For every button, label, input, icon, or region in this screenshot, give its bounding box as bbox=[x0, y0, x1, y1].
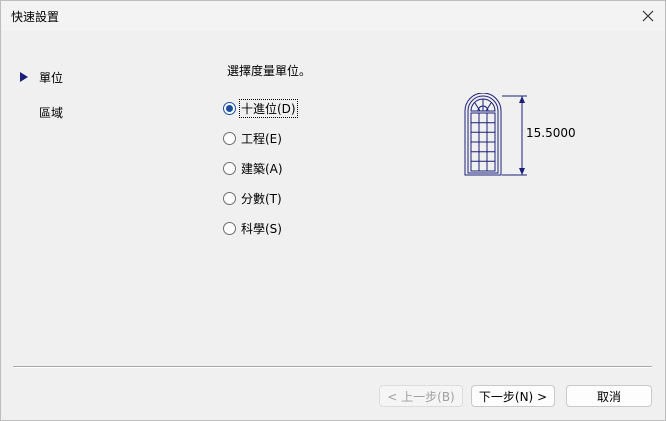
radio-decimal[interactable]: 十進位(D) bbox=[223, 98, 298, 118]
footer-divider bbox=[13, 366, 652, 368]
radio-label: 分數(T) bbox=[241, 191, 282, 206]
triangle-right-icon bbox=[19, 72, 29, 82]
close-icon bbox=[642, 10, 654, 22]
nav-item-label: 單位 bbox=[39, 70, 64, 85]
back-button[interactable]: < 上一步(B) bbox=[379, 385, 463, 407]
radio-button[interactable] bbox=[223, 131, 236, 145]
radio-scientific[interactable]: 科學(S) bbox=[223, 219, 283, 237]
cancel-button[interactable]: 取消 bbox=[566, 385, 652, 407]
window-title: 快速設置 bbox=[11, 10, 60, 24]
radio-button[interactable] bbox=[223, 221, 236, 235]
radio-fractional[interactable]: 分數(T) bbox=[223, 189, 283, 207]
radio-button[interactable] bbox=[223, 101, 236, 115]
radio-architectural[interactable]: 建築(A) bbox=[223, 159, 284, 177]
title-bar: 快速設置 bbox=[1, 1, 665, 31]
nav-item-area[interactable]: 區域 bbox=[19, 103, 63, 121]
radio-label: 工程(E) bbox=[241, 131, 282, 146]
nav-item-label: 區域 bbox=[39, 105, 64, 120]
preview-dimension-text: 15.5000 bbox=[526, 126, 576, 140]
close-button[interactable] bbox=[631, 1, 665, 31]
nav-spacer bbox=[19, 107, 29, 117]
nav-item-units[interactable]: 單位 bbox=[19, 68, 63, 86]
quick-setup-dialog: 快速設置 單位 區域 選擇度量單位。 十進位(D) 工程(E) 建築(A) 分數… bbox=[0, 0, 666, 421]
radio-button[interactable] bbox=[223, 191, 236, 205]
next-button[interactable]: 下一步(N) > bbox=[471, 385, 555, 407]
radio-button[interactable] bbox=[223, 161, 236, 175]
radio-engineering[interactable]: 工程(E) bbox=[223, 129, 283, 147]
arched-window-icon: 15.5000 bbox=[464, 93, 576, 176]
radio-label: 十進位(D) bbox=[239, 98, 298, 118]
radio-label: 科學(S) bbox=[241, 221, 282, 236]
radio-label: 建築(A) bbox=[241, 161, 283, 176]
unit-prompt: 選擇度量單位。 bbox=[227, 64, 312, 78]
